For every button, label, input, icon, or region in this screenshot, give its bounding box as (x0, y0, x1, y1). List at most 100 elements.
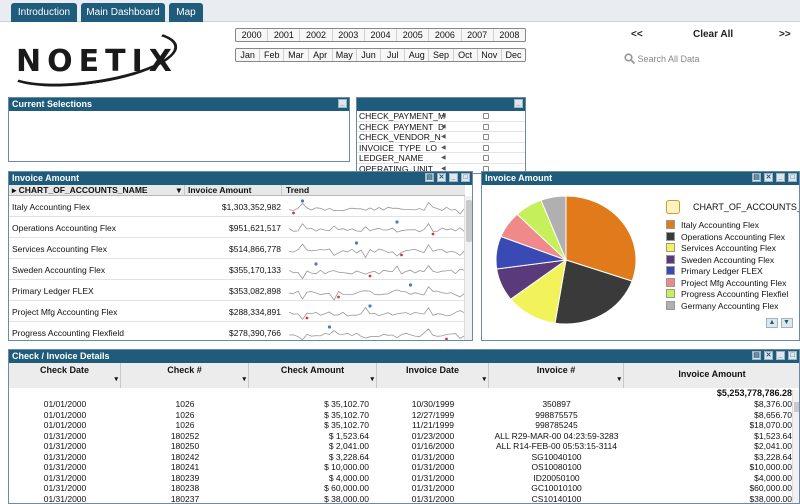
print-icon[interactable]: ▤ (752, 173, 761, 182)
checkbox[interactable] (483, 144, 489, 151)
dropdown-icon[interactable]: ▾ (617, 375, 621, 383)
minimize-icon[interactable]: _ (449, 173, 458, 182)
month-aug[interactable]: Aug (405, 49, 430, 61)
maximize-icon[interactable]: □ (788, 173, 797, 182)
table-row[interactable]: Project Mfg Accounting Flex $288,334,891 (9, 301, 472, 322)
pie-chart[interactable] (482, 188, 642, 338)
minimize-icon[interactable]: _ (776, 351, 785, 360)
column-header-trend[interactable]: Trend (281, 185, 465, 196)
month-jul[interactable]: Jul (381, 49, 406, 61)
print-icon[interactable]: ▤ (425, 173, 434, 182)
table-row[interactable]: Services Accounting Flex $514,866,778 (9, 238, 472, 259)
details-scrollbar[interactable] (792, 390, 799, 503)
minimize-icon[interactable]: _ (514, 99, 523, 108)
legend-item[interactable]: Primary Ledger FLEX (666, 266, 763, 276)
clear-all-button[interactable]: Clear All (693, 29, 733, 40)
table-row[interactable]: 01/01/2000 1026 $ 35,102.70 11/21/1999 99878… (9, 420, 799, 431)
dropdown-icon[interactable]: ◀ (441, 111, 446, 121)
maximize-icon[interactable]: □ (788, 351, 797, 360)
dropdown-icon[interactable]: ▾ (242, 375, 246, 383)
checkbox[interactable] (483, 155, 489, 161)
column-header-check-amount[interactable]: Check Amount ▾ (249, 363, 377, 388)
search-all-data[interactable]: Search All Data (624, 53, 700, 65)
table-row[interactable]: 01/31/2000 180242 $ 3,228.64 01/31/2000 SG10… (9, 452, 799, 463)
listbox-item[interactable]: CHECK_PAYMENT_M ◀ (357, 111, 525, 122)
export-icon[interactable]: ✕ (764, 173, 773, 182)
listbox-item[interactable]: INVOICE_TYPE_LO ◀ (357, 143, 525, 153)
year-2003[interactable]: 2003 (333, 29, 365, 41)
legend-item[interactable]: Germany Accounting Flex (666, 300, 778, 311)
dropdown-icon[interactable]: ▾ (370, 375, 374, 383)
export-icon[interactable]: ✕ (764, 351, 773, 360)
minimize-icon[interactable]: _ (338, 99, 347, 108)
dropdown-icon[interactable]: ▾ (482, 375, 486, 383)
month-sep[interactable]: Sep (429, 49, 454, 61)
column-header-invoice-amount[interactable]: Invoice Amount (184, 185, 281, 196)
scroll-down-icon[interactable]: ▼ (780, 318, 793, 328)
legend-item[interactable]: Sweden Accounting Flex (666, 254, 774, 265)
minimize-icon[interactable]: _ (776, 173, 785, 182)
legend-item[interactable]: Operations Accounting Flex (666, 231, 785, 242)
column-header-accounts[interactable]: ▸ CHART_OF_ACCOUNTS_NAME ▾ (9, 185, 184, 196)
month-apr[interactable]: Apr (309, 49, 333, 61)
dropdown-icon[interactable]: ◀ (441, 153, 446, 163)
vertical-scrollbar[interactable] (464, 196, 472, 340)
year-2002[interactable]: 2002 (300, 29, 333, 41)
month-jun[interactable]: Jun (357, 49, 382, 61)
table-row[interactable]: 01/31/2000 180237 $ 38,000.00 01/31/2000 CS1… (9, 494, 799, 504)
column-header-invoice-date[interactable]: Invoice Date ▾ (377, 363, 489, 388)
table-row[interactable]: 01/01/2000 1026 $ 35,102.70 10/30/1999 35089… (9, 399, 799, 410)
dropdown-icon[interactable]: ◀ (441, 143, 446, 153)
dropdown-icon[interactable]: ◀ (441, 122, 446, 132)
forward-button[interactable]: >> (779, 29, 791, 40)
dropdown-icon[interactable]: ◀ (441, 132, 446, 142)
listbox-item[interactable]: CHECK_VENDOR_N ◀ (357, 132, 525, 143)
month-dec[interactable]: Dec (502, 49, 525, 61)
scroll-up-icon[interactable]: ▲ (766, 318, 778, 328)
month-mar[interactable]: Mar (284, 49, 309, 61)
export-icon[interactable]: ✕ (437, 173, 446, 182)
listbox-item[interactable]: LEDGER_NAME ◀ (357, 153, 525, 164)
year-2006[interactable]: 2006 (429, 29, 462, 41)
listbox-item[interactable]: CHECK_PAYMENT_D ◀ (357, 122, 525, 132)
table-row[interactable]: 01/31/2000 180238 $ 60,000.00 01/31/2000 GC1… (9, 483, 799, 494)
legend-item[interactable]: Italy Accounting Flex (666, 220, 759, 230)
table-row[interactable]: 01/31/2000 180241 $ 10,000.00 01/31/2000 OS1… (9, 462, 799, 473)
month-jan[interactable]: Jan (236, 49, 261, 61)
table-row[interactable]: Italy Accounting Flex $1,303,352,982 (9, 196, 472, 217)
maximize-icon[interactable]: □ (461, 173, 470, 182)
month-nov[interactable]: Nov (478, 49, 502, 61)
table-row[interactable]: Progress Accounting Flexfield $278,390,76… (9, 322, 472, 340)
column-header-invoice-number[interactable]: Invoice # ▾ (489, 363, 624, 388)
table-row[interactable]: 01/01/2000 1026 $ 35,102.70 12/27/1999 99887… (9, 410, 799, 421)
checkbox[interactable] (483, 123, 489, 130)
legend-item[interactable]: Services Accounting Flex (666, 243, 776, 253)
table-row[interactable]: Sweden Accounting Flex $355,170,133 (9, 259, 472, 280)
sort-dropdown-icon[interactable]: ▾ (114, 375, 118, 383)
month-feb[interactable]: Feb (260, 49, 285, 61)
tab-map[interactable]: Map (169, 3, 203, 22)
print-icon[interactable]: ▤ (752, 351, 761, 360)
year-2005[interactable]: 2005 (397, 29, 430, 41)
tab-introduction[interactable]: Introduction (11, 3, 77, 22)
column-header-invoice-amount[interactable]: Invoice Amount (624, 363, 799, 388)
month-oct[interactable]: Oct (454, 49, 478, 61)
column-header-check-number[interactable]: Check # ▾ (121, 363, 249, 388)
column-header-check-date[interactable]: Check Date ▾ (9, 363, 121, 388)
year-2001[interactable]: 2001 (268, 29, 301, 41)
year-2004[interactable]: 2004 (365, 29, 398, 41)
month-may[interactable]: May (333, 49, 357, 61)
cycle-dimension-icon[interactable] (666, 200, 680, 214)
scrollbar-thumb[interactable] (794, 402, 799, 412)
table-row[interactable]: 01/31/2000 180250 $ 2,041.00 01/16/2000 ALL … (9, 441, 799, 452)
year-2008[interactable]: 2008 (494, 29, 525, 41)
dropdown-icon[interactable]: ▾ (177, 185, 181, 196)
year-2007[interactable]: 2007 (462, 29, 494, 41)
year-2000[interactable]: 2000 (236, 29, 269, 41)
checkbox[interactable] (483, 134, 489, 140)
tab-main-dashboard[interactable]: Main Dashboard (81, 3, 165, 22)
table-row[interactable]: 01/31/2000 180252 $ 1,523.64 01/23/2000 ALL … (9, 431, 799, 442)
table-row[interactable]: 01/31/2000 180239 $ 4,000.00 01/31/2000 ID20… (9, 473, 799, 484)
checkbox[interactable] (483, 113, 489, 119)
legend-item[interactable]: Progress Accounting Flexfiel (666, 289, 788, 299)
